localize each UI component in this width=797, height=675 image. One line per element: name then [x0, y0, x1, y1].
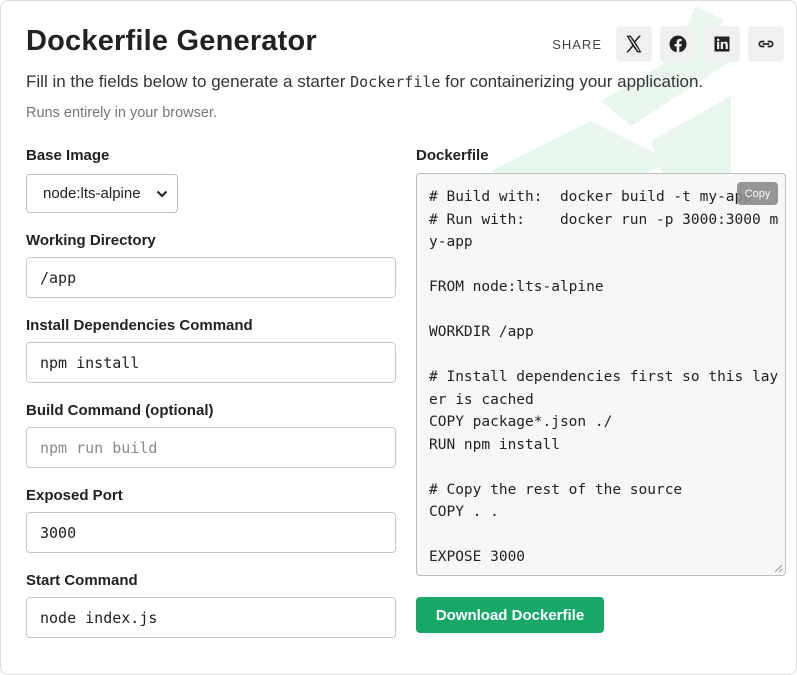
install-command-label: Install Dependencies Command	[26, 317, 253, 334]
dockerfile-content: # Build with: docker build -t my-app . #…	[429, 189, 779, 565]
intro-text: Fill in the fields below to generate a s…	[26, 72, 703, 92]
exposed-port-input[interactable]: 3000	[26, 512, 396, 553]
x-icon	[626, 35, 642, 53]
copy-link-button[interactable]	[748, 26, 784, 62]
share-bar: SHARE	[552, 26, 784, 62]
generator-card: Dockerfile Generator SHARE Fill in the f…	[0, 0, 797, 675]
chevron-down-icon	[156, 190, 168, 198]
base-image-value: node:lts-alpine	[43, 185, 141, 202]
linkedin-icon	[714, 36, 730, 52]
download-dockerfile-button[interactable]: Download Dockerfile	[416, 597, 604, 633]
working-directory-label: Working Directory	[26, 232, 156, 249]
copy-button[interactable]: Copy	[737, 182, 778, 205]
exposed-port-label: Exposed Port	[26, 487, 123, 504]
dockerfile-label: Dockerfile	[416, 147, 489, 164]
share-x-button[interactable]	[616, 26, 652, 62]
page-title: Dockerfile Generator	[26, 25, 317, 57]
intro-text-before: Fill in the fields below to generate a s…	[26, 72, 351, 91]
share-label: SHARE	[552, 36, 602, 52]
build-command-input[interactable]: npm run build	[26, 427, 396, 468]
link-icon	[758, 40, 774, 48]
working-directory-input[interactable]: /app	[26, 257, 396, 298]
build-command-label: Build Command (optional)	[26, 402, 214, 419]
resize-handle-icon[interactable]	[774, 564, 783, 573]
start-command-input[interactable]: node index.js	[26, 597, 396, 638]
subnote: Runs entirely in your browser.	[26, 105, 217, 121]
facebook-icon	[669, 35, 687, 53]
base-image-label: Base Image	[26, 147, 110, 164]
base-image-select[interactable]: node:lts-alpine	[26, 174, 178, 213]
share-facebook-button[interactable]	[660, 26, 696, 62]
install-command-input[interactable]: npm install	[26, 342, 396, 383]
intro-code: Dockerfile	[350, 73, 441, 91]
intro-text-after: for containerizing your application.	[440, 72, 704, 91]
share-linkedin-button[interactable]	[704, 26, 740, 62]
dockerfile-output[interactable]: # Build with: docker build -t my-app . #…	[416, 173, 786, 576]
start-command-label: Start Command	[26, 572, 138, 589]
